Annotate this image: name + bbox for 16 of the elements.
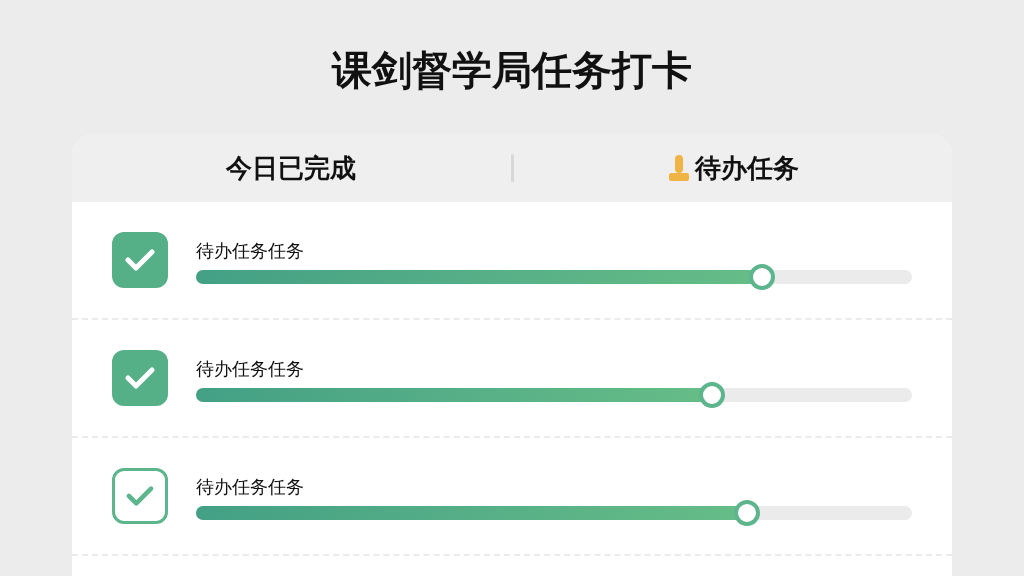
todo-label: 待办任务 [694, 151, 799, 185]
slider-handle[interactable] [734, 499, 761, 526]
check-icon [125, 484, 155, 508]
check-icon [124, 247, 156, 273]
page-title: 课剑督学局任务打卡 [332, 46, 692, 94]
checkbox[interactable] [112, 232, 168, 288]
task-name: 待办任务任务 [196, 238, 305, 263]
task-name: 待办任务任务 [196, 474, 305, 499]
stamp-icon [666, 153, 691, 183]
checkbox[interactable] [112, 468, 168, 524]
completed-label: 今日已完成 [226, 151, 357, 185]
slider-handle[interactable] [748, 263, 775, 290]
checkbox[interactable] [112, 350, 168, 406]
check-icon [124, 365, 156, 391]
slider-handle[interactable] [698, 381, 725, 408]
task-name: 待办任务任务 [196, 356, 305, 381]
